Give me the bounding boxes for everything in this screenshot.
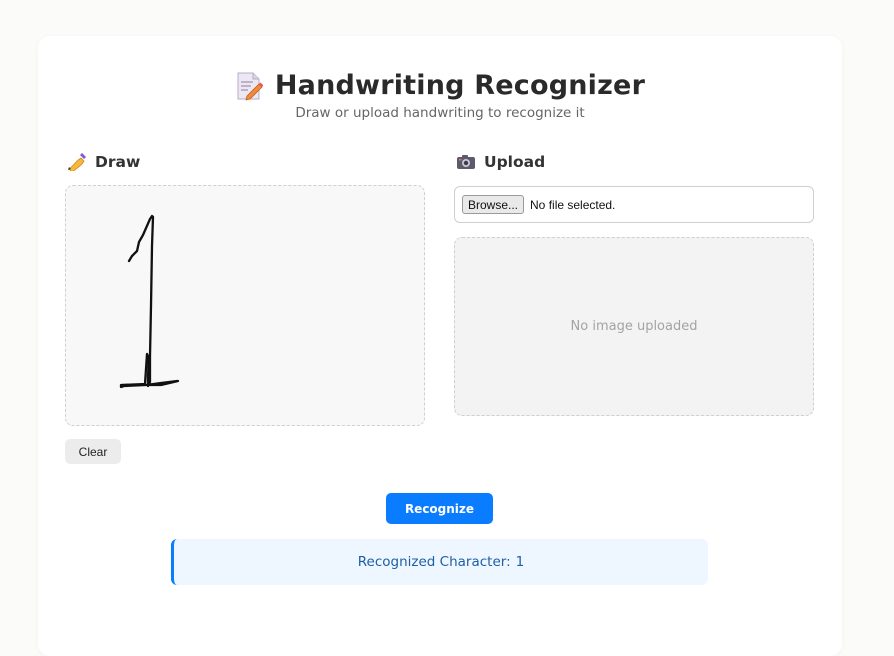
handwritten-stroke [119, 214, 180, 389]
drawing-canvas[interactable] [65, 185, 425, 426]
draw-heading-label: Draw [95, 153, 141, 171]
file-status-text: No file selected. [530, 197, 616, 212]
recognize-button[interactable]: Recognize [386, 493, 493, 524]
main-card: Handwriting Recognizer Draw or upload ha… [38, 36, 842, 656]
memo-pencil-icon [235, 71, 264, 101]
result-label: Recognized Character: [357, 554, 511, 570]
file-upload-input[interactable]: Browse... No file selected. [454, 186, 814, 223]
upload-heading-label: Upload [484, 153, 546, 171]
upload-section-heading: Upload [456, 153, 545, 171]
clear-button[interactable]: Clear [65, 439, 121, 464]
camera-icon [456, 153, 476, 171]
draw-section-heading: Draw [67, 153, 141, 173]
image-preview: No image uploaded [454, 237, 814, 416]
browse-button[interactable]: Browse... [462, 195, 525, 214]
preview-placeholder: No image uploaded [570, 319, 698, 334]
writing-hand-icon [67, 153, 87, 173]
page-title: Handwriting Recognizer [274, 70, 646, 101]
header: Handwriting Recognizer [38, 70, 842, 101]
page-subtitle: Draw or upload handwriting to recognize … [295, 105, 585, 121]
result-value: 1 [515, 554, 525, 570]
result-panel: Recognized Character: 1 [171, 539, 708, 585]
